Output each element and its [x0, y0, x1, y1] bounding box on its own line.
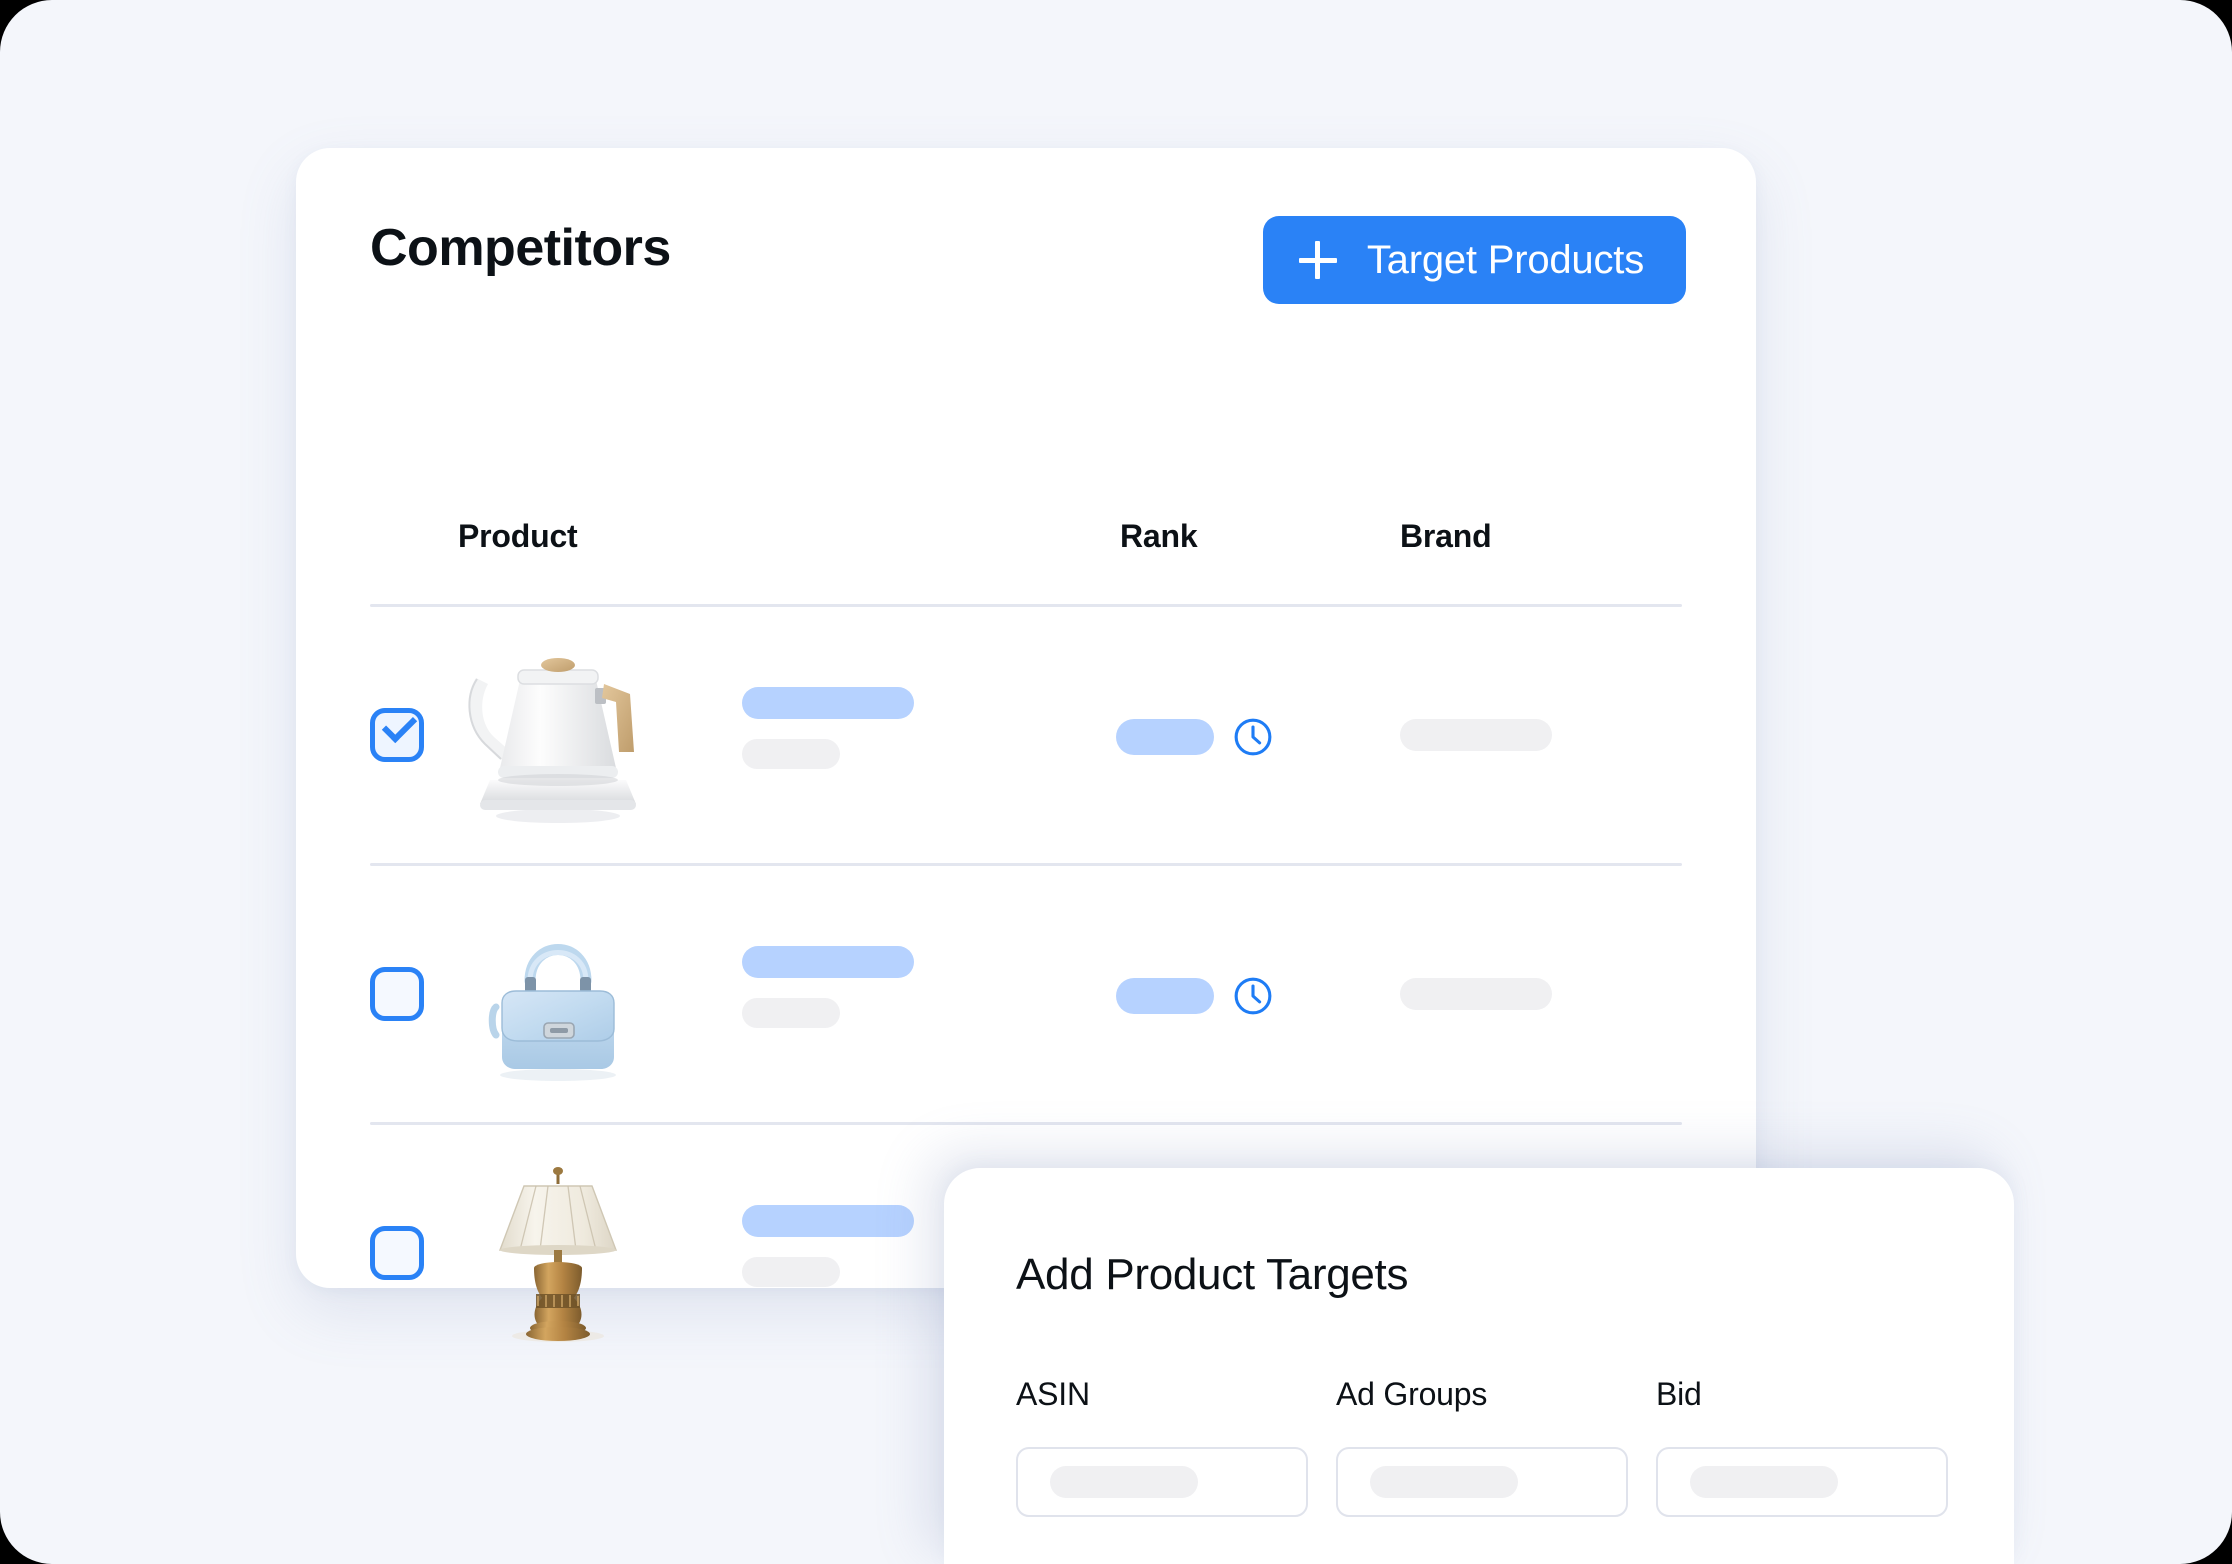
- field-asin: ASIN: [1016, 1376, 1308, 1517]
- target-products-button-label: Target Products: [1366, 237, 1644, 282]
- product-name-skeleton: [742, 946, 914, 1028]
- field-label-asin: ASIN: [1016, 1376, 1090, 1412]
- plus-icon: [1298, 241, 1337, 279]
- column-header-product: Product: [458, 518, 578, 554]
- target-products-button[interactable]: Target Products: [1262, 216, 1686, 304]
- modal-fields-row: ASIN Ad Groups Bid: [1016, 1376, 1966, 1536]
- column-header-brand: Brand: [1400, 518, 1492, 554]
- row-checkbox-3[interactable]: [370, 1226, 424, 1280]
- asin-input[interactable]: [1016, 1447, 1308, 1517]
- skeleton-bar-secondary: [742, 1257, 840, 1287]
- rank-skeleton: [1116, 978, 1214, 1014]
- clock-icon: [1234, 718, 1272, 756]
- app-background: Competitors Target Products Product Rank…: [0, 0, 2232, 1564]
- add-product-targets-panel: Add Product Targets ASIN Ad Groups Bid: [944, 1168, 2014, 1564]
- table-row: [370, 866, 1682, 1122]
- product-image-handbag: [458, 899, 658, 1089]
- modal-title: Add Product Targets: [1016, 1250, 1409, 1299]
- ad-groups-input[interactable]: [1336, 1447, 1628, 1517]
- field-label-ad-groups: Ad Groups: [1336, 1376, 1488, 1412]
- card-header: Competitors Target Products: [370, 216, 1686, 312]
- input-skeleton: [1050, 1466, 1198, 1498]
- check-icon: [381, 707, 418, 744]
- rank-cell: [1116, 715, 1275, 759]
- bid-input[interactable]: [1656, 1447, 1948, 1517]
- skeleton-bar-primary: [742, 946, 914, 978]
- competitors-card: Competitors Target Products Product Rank…: [296, 148, 1756, 1342]
- brand-cell: [1400, 719, 1552, 751]
- skeleton-bar-primary: [742, 687, 914, 719]
- page-title: Competitors: [370, 219, 671, 277]
- rank-skeleton: [1116, 719, 1214, 755]
- input-skeleton: [1370, 1466, 1518, 1498]
- clock-icon: [1234, 977, 1272, 1015]
- column-header-rank: Rank: [1120, 518, 1198, 554]
- field-ad-groups: Ad Groups: [1336, 1376, 1628, 1517]
- row-checkbox-2[interactable]: [370, 967, 424, 1021]
- field-label-bid: Bid: [1656, 1376, 1702, 1412]
- rank-cell: [1116, 974, 1275, 1018]
- row-checkbox-1[interactable]: [370, 707, 424, 762]
- product-image-electric-kettle: [458, 640, 658, 830]
- brand-skeleton: [1400, 978, 1552, 1010]
- input-skeleton: [1690, 1466, 1838, 1498]
- product-image-table-lamp: [458, 1158, 658, 1348]
- table-row: [370, 607, 1682, 863]
- skeleton-bar-secondary: [742, 998, 840, 1028]
- brand-cell: [1400, 978, 1552, 1010]
- table-header-row: Product Rank Brand: [370, 518, 1682, 604]
- brand-skeleton: [1400, 719, 1552, 751]
- field-bid: Bid: [1656, 1376, 1948, 1517]
- skeleton-bar-secondary: [742, 739, 840, 769]
- product-name-skeleton: [742, 687, 914, 769]
- skeleton-bar-primary: [742, 1205, 914, 1237]
- product-name-skeleton: [742, 1205, 914, 1287]
